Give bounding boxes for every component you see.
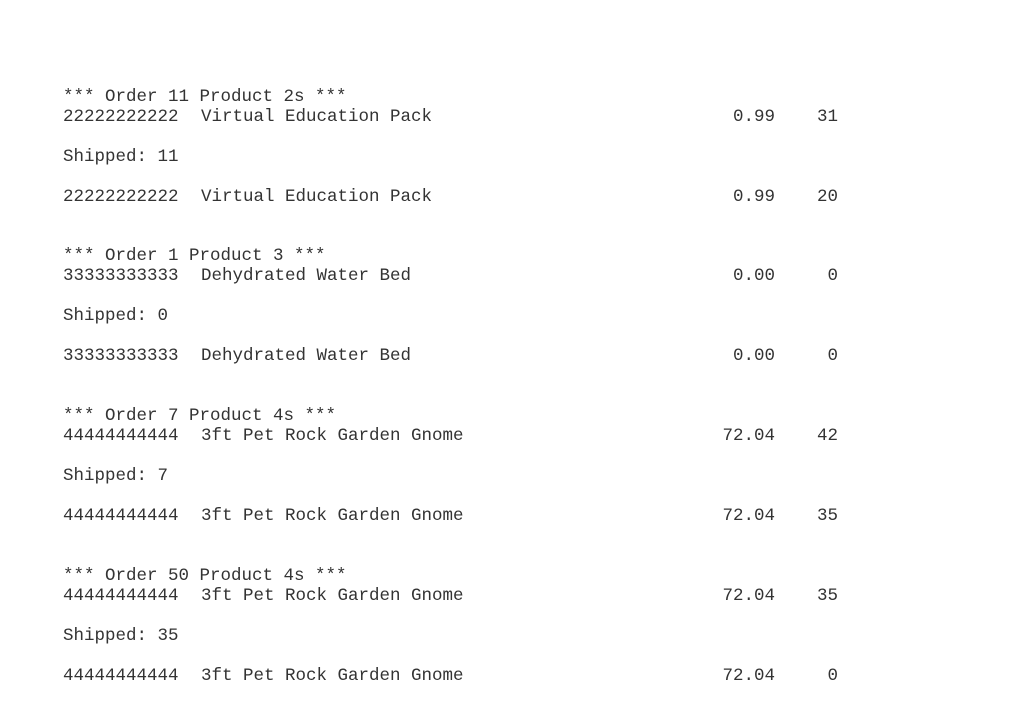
ordered-line: 33333333333 Dehydrated Water Bed 0.00 0 [63,266,843,286]
product-name: 3ft Pet Rock Garden Gnome [201,506,464,526]
sku: 44444444444 [63,506,179,526]
remaining-line: 44444444444 3ft Pet Rock Garden Gnome 72… [63,506,843,526]
quantity: 31 [816,107,838,127]
order-block: *** Order 1 Product 3 *** 33333333333 De… [63,246,863,406]
remaining-line: 33333333333 Dehydrated Water Bed 0.00 0 [63,346,843,366]
product-name: Dehydrated Water Bed [201,346,412,366]
sku: 44444444444 [63,426,179,446]
quantity: 0 [827,346,838,366]
shipped-label: Shipped: 7 [63,466,169,486]
price: 72.04 [722,666,775,686]
shipped-label: Shipped: 35 [63,626,179,646]
ordered-line: 22222222222 Virtual Education Pack 0.99 … [63,107,843,127]
shipped-label: Shipped: 11 [63,147,179,167]
order-block: *** Order 50 Product 4s *** 44444444444 … [63,566,863,726]
price: 0.99 [732,107,775,127]
sku: 22222222222 [63,187,179,207]
product-name: 3ft Pet Rock Garden Gnome [201,426,464,446]
ordered-line: 44444444444 3ft Pet Rock Garden Gnome 72… [63,586,843,606]
remaining-line: 44444444444 3ft Pet Rock Garden Gnome 72… [63,666,843,686]
sku: 33333333333 [63,266,179,286]
product-name: Dehydrated Water Bed [201,266,412,286]
order-header: *** Order 50 Product 4s *** [63,566,347,586]
order-block: *** Order 7 Product 4s *** 44444444444 3… [63,406,863,566]
product-name: Virtual Education Pack [201,107,433,127]
order-header: *** Order 7 Product 4s *** [63,406,337,426]
quantity: 35 [816,586,838,606]
sku: 33333333333 [63,346,179,366]
remaining-line: 22222222222 Virtual Education Pack 0.99 … [63,187,843,207]
quantity: 20 [816,187,838,207]
price: 0.00 [732,346,775,366]
sku: 44444444444 [63,666,179,686]
price: 0.00 [732,266,775,286]
quantity: 35 [816,506,838,526]
ordered-line: 44444444444 3ft Pet Rock Garden Gnome 72… [63,426,843,446]
sku: 22222222222 [63,107,179,127]
sku: 44444444444 [63,586,179,606]
product-name: Virtual Education Pack [201,187,433,207]
shipped-label: Shipped: 0 [63,306,169,326]
price: 72.04 [722,586,775,606]
order-header: *** Order 1 Product 3 *** [63,246,326,266]
quantity: 0 [827,666,838,686]
price: 72.04 [722,426,775,446]
order-block: *** Order 11 Product 2s *** 22222222222 … [63,87,863,247]
price: 72.04 [722,506,775,526]
price: 0.99 [732,187,775,207]
product-name: 3ft Pet Rock Garden Gnome [201,666,464,686]
product-name: 3ft Pet Rock Garden Gnome [201,586,464,606]
quantity: 42 [816,426,838,446]
quantity: 0 [827,266,838,286]
order-header: *** Order 11 Product 2s *** [63,87,347,107]
